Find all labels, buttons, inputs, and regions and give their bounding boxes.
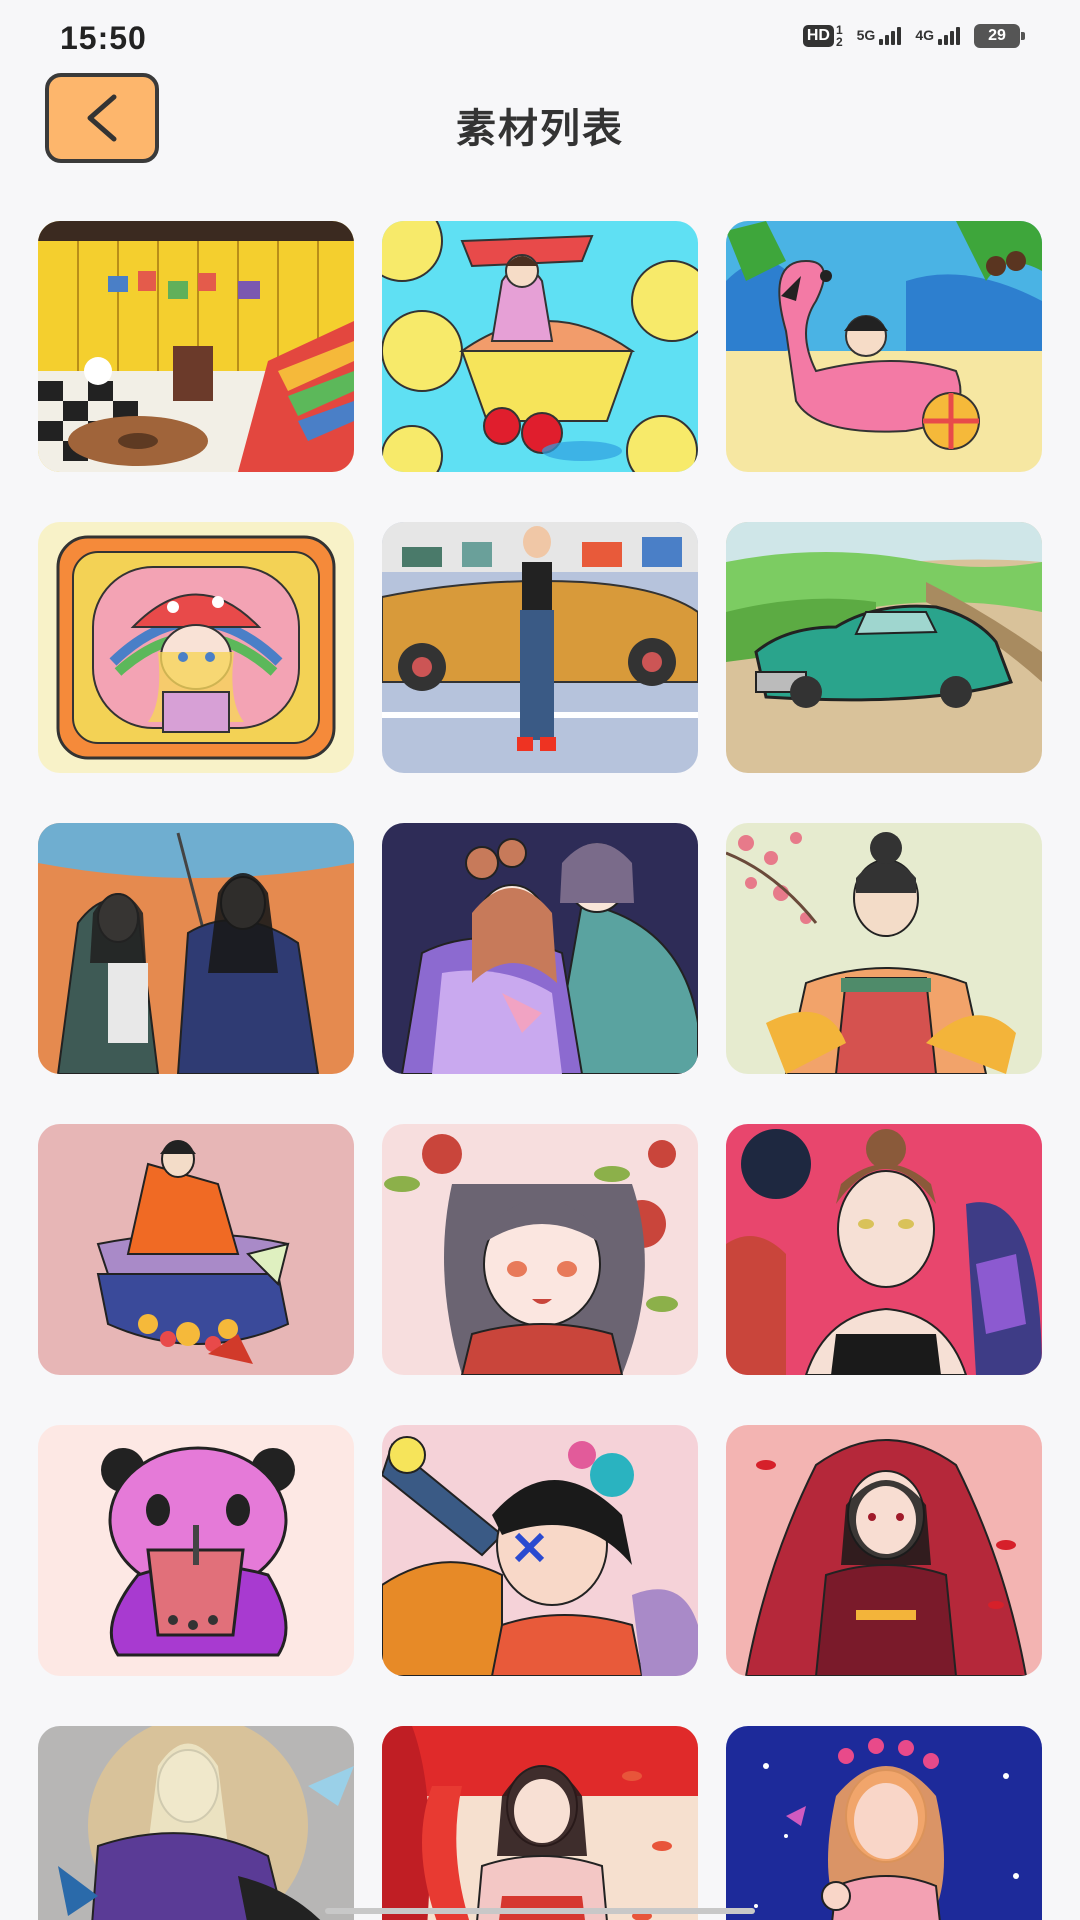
material-thumbnail xyxy=(382,522,698,773)
material-thumbnail xyxy=(38,221,354,472)
page-title: 素材列表 xyxy=(456,107,624,151)
material-card[interactable] xyxy=(38,1726,354,1920)
material-card[interactable] xyxy=(38,1425,354,1676)
material-card[interactable] xyxy=(726,1726,1042,1920)
signal-4g-icon: 4G xyxy=(915,27,960,45)
hd-icon: HD 1 2 xyxy=(802,24,843,48)
material-thumbnail xyxy=(382,1726,698,1920)
material-grid xyxy=(38,221,1044,1920)
material-card[interactable] xyxy=(38,221,354,472)
net-4g-label: 4G xyxy=(915,27,934,43)
material-thumbnail xyxy=(726,1425,1042,1676)
material-card[interactable] xyxy=(726,1124,1042,1375)
material-thumbnail xyxy=(726,221,1042,472)
status-icons: HD 1 2 5G 4G 29 xyxy=(802,24,1025,48)
material-thumbnail xyxy=(726,522,1042,773)
material-list-screen: 15:50 HD 1 2 5G 4G 29 素材列表 xyxy=(0,0,1080,1920)
material-card[interactable] xyxy=(38,1124,354,1375)
material-thumbnail xyxy=(38,522,354,773)
hd-sub: 1 2 xyxy=(836,24,843,48)
hd-label: HD xyxy=(802,25,834,47)
home-indicator[interactable] xyxy=(325,1908,755,1914)
material-thumbnail xyxy=(38,823,354,1074)
material-thumbnail xyxy=(38,1726,354,1920)
status-bar: 15:50 HD 1 2 5G 4G 29 xyxy=(0,0,1080,80)
net-5g-label: 5G xyxy=(856,27,876,43)
material-thumbnail xyxy=(382,823,698,1074)
material-thumbnail xyxy=(38,1425,354,1676)
signal-5g-icon: 5G xyxy=(857,27,902,45)
material-thumbnail xyxy=(726,1726,1042,1920)
material-card[interactable] xyxy=(382,823,698,1074)
material-thumbnail xyxy=(726,823,1042,1074)
material-card[interactable] xyxy=(38,823,354,1074)
material-card[interactable] xyxy=(382,522,698,773)
hd-sub-bottom: 2 xyxy=(835,35,843,49)
material-card[interactable] xyxy=(726,823,1042,1074)
material-thumbnail xyxy=(726,1124,1042,1375)
status-time: 15:50 xyxy=(60,20,147,56)
material-thumbnail xyxy=(382,1425,698,1676)
battery-level: 29 xyxy=(988,27,1006,44)
material-card[interactable] xyxy=(382,1726,698,1920)
battery-icon: 29 xyxy=(974,24,1025,48)
material-thumbnail xyxy=(382,1124,698,1375)
material-card[interactable] xyxy=(726,221,1042,472)
material-card[interactable] xyxy=(382,221,698,472)
material-card[interactable] xyxy=(382,1124,698,1375)
material-card[interactable] xyxy=(382,1425,698,1676)
material-card[interactable] xyxy=(38,522,354,773)
material-card[interactable] xyxy=(726,522,1042,773)
material-thumbnail xyxy=(382,221,698,472)
material-thumbnail xyxy=(38,1124,354,1375)
material-card[interactable] xyxy=(726,1425,1042,1676)
